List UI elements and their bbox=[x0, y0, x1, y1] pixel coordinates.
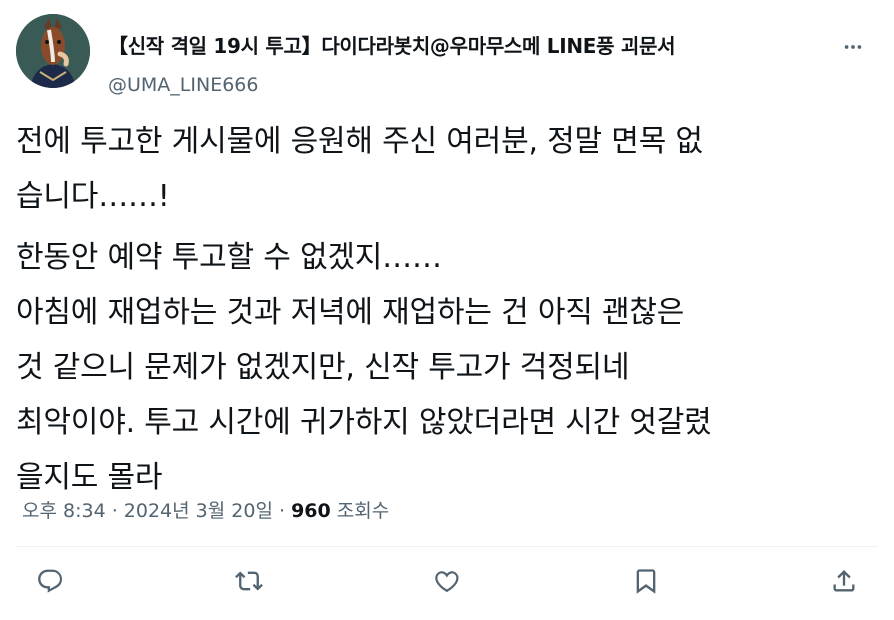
meta-separator: · bbox=[105, 500, 124, 522]
avatar-image bbox=[16, 14, 90, 88]
retweet-button[interactable] bbox=[229, 561, 269, 601]
tweet-meta: 오후 8:34 · 2024년 3월 20일 · 960 조회수 bbox=[22, 496, 389, 523]
views-label: 조회수 bbox=[330, 500, 390, 522]
bookmark-icon bbox=[636, 569, 655, 594]
tweet-header: 【신작 격일 19시 투고】다이다라봇치@우마무스메 LINE풍 괴문서 @UM… bbox=[16, 14, 878, 96]
share-button[interactable] bbox=[824, 561, 864, 601]
tweet-paragraph: 한동안 예약 투고할 수 없겠지…… 아침에 재업하는 것과 저녁에 재업하는 … bbox=[16, 240, 712, 495]
more-options-button[interactable] bbox=[836, 30, 870, 64]
tweet-text: 전에 투고한 게시물에 응원해 주신 여러분, 정말 면목 없 습니다……! 한… bbox=[16, 114, 878, 505]
display-name[interactable]: 【신작 격일 19시 투고】다이다라봇치@우마무스메 LINE풍 괴문서 bbox=[108, 30, 676, 59]
reply-button[interactable] bbox=[30, 561, 70, 601]
tweet-paragraph: 전에 투고한 게시물에 응원해 주신 여러분, 정말 면목 없 습니다……! bbox=[16, 124, 703, 214]
more-horizontal-icon bbox=[844, 45, 862, 49]
views-count: 960 bbox=[291, 500, 331, 522]
avatar[interactable] bbox=[16, 14, 90, 88]
like-button[interactable] bbox=[427, 561, 467, 601]
share-upload-icon bbox=[833, 570, 855, 592]
user-handle[interactable]: @UMA_LINE666 bbox=[108, 74, 258, 96]
divider bbox=[16, 546, 878, 547]
reply-bubble-icon bbox=[38, 569, 63, 593]
tweet-time[interactable]: 오후 8:34 bbox=[22, 500, 106, 522]
heart-icon bbox=[435, 571, 459, 593]
bookmark-button[interactable] bbox=[626, 561, 666, 601]
tweet-card: 【신작 격일 19시 투고】다이다라봇치@우마무스메 LINE풍 괴문서 @UM… bbox=[0, 0, 894, 620]
meta-separator: · bbox=[272, 500, 292, 522]
tweet-date[interactable]: 2024년 3월 20일 bbox=[124, 500, 273, 522]
retweet-icon bbox=[234, 571, 263, 591]
action-bar bbox=[16, 552, 878, 610]
